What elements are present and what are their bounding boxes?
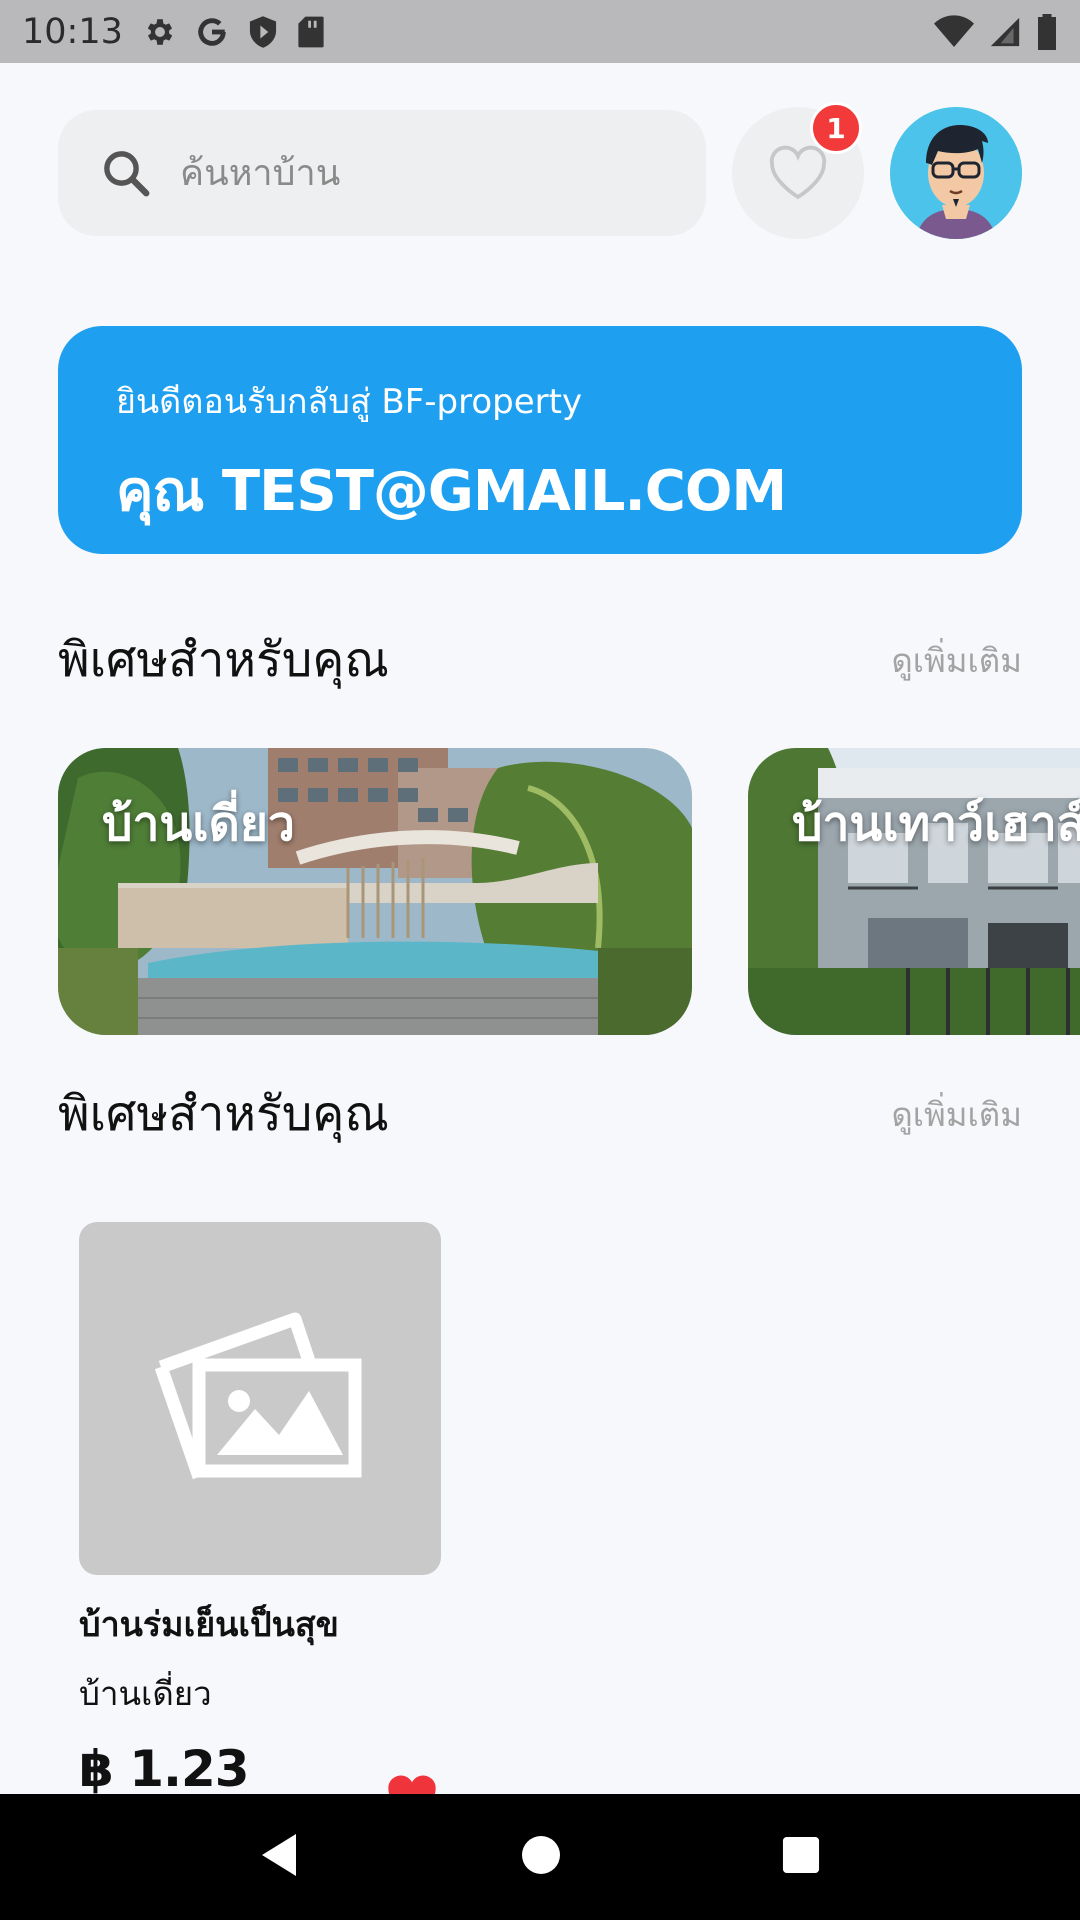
image-placeholder-icon (154, 1307, 365, 1491)
signal-icon (988, 15, 1022, 49)
shield-icon (247, 15, 279, 49)
welcome-banner: ยินดีตอนรับกลับสู่ BF-property คุณ TEST@… (58, 326, 1022, 554)
section-title: พิเศษสำหรับคุณ (58, 1086, 389, 1142)
home-icon[interactable] (521, 1835, 561, 1879)
section-header-special-2: พิเศษสำหรับคุณ ดูเพิ่มเติม (58, 1076, 1022, 1152)
heart-outline-icon (765, 141, 831, 205)
status-icons-right (934, 13, 1058, 50)
settings-icon (143, 15, 177, 49)
category-label: บ้านเดี่ยว (102, 796, 295, 852)
favorites-count-badge: 1 (810, 102, 862, 154)
search-icon (96, 143, 156, 203)
avatar[interactable] (890, 107, 1022, 239)
category-label: บ้านเทาว์เฮาส์ (792, 796, 1080, 852)
back-icon[interactable] (260, 1832, 300, 1882)
see-more-link[interactable]: ดูเพิ่มเติม (891, 1088, 1022, 1141)
status-time: 10:13 (22, 11, 123, 52)
recents-icon[interactable] (782, 1836, 820, 1878)
welcome-user: คุณ TEST@GMAIL.COM (116, 459, 787, 524)
wifi-icon (934, 14, 974, 49)
section-header-special: พิเศษสำหรับคุณ ดูเพิ่มเติม (58, 622, 1022, 698)
search-bar[interactable] (58, 110, 706, 236)
property-type: บ้านเดี่ยว (79, 1674, 212, 1713)
category-card-detached-house[interactable]: บ้านเดี่ยว (58, 748, 692, 1035)
status-icons-left (143, 15, 325, 49)
property-name: บ้านร่มเย็นเป็นสุข (79, 1605, 339, 1645)
section-title: พิเศษสำหรับคุณ (58, 632, 389, 688)
status-bar: 10:13 (0, 0, 1080, 63)
search-input[interactable] (180, 152, 660, 194)
google-icon (195, 15, 229, 49)
property-card[interactable]: บ้านร่มเย็นเป็นสุข บ้านเดี่ยว ฿ 1.23 M (79, 1222, 441, 1856)
welcome-greeting: ยินดีตอนรับกลับสู่ BF-property (116, 382, 583, 422)
category-carousel[interactable]: บ้านเดี่ยว บ้านเทาว์เฮาส์ (0, 748, 1080, 1038)
category-card-townhouse[interactable]: บ้านเทาว์เฮาส์ (748, 748, 1080, 1035)
battery-icon (1036, 13, 1058, 50)
see-more-link[interactable]: ดูเพิ่มเติม (891, 634, 1022, 687)
system-nav-bar (0, 1794, 1080, 1920)
sd-card-icon (297, 15, 325, 49)
property-image-placeholder (79, 1222, 441, 1575)
